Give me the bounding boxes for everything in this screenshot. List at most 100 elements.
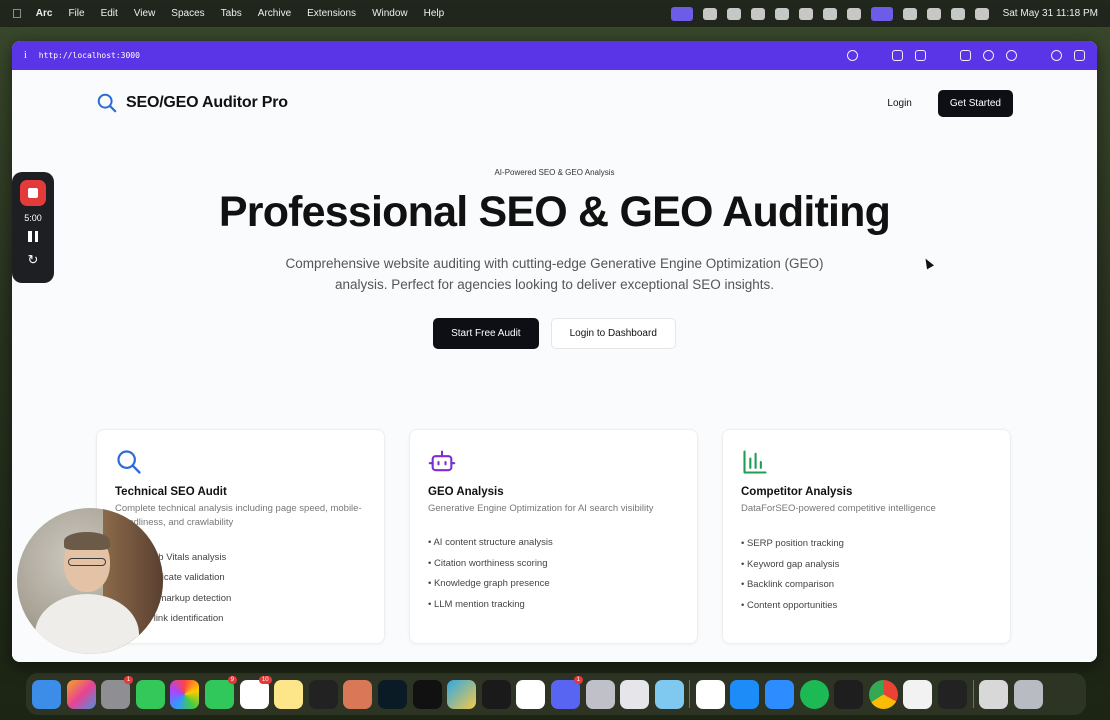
webcam-overlay[interactable]	[17, 508, 163, 654]
figma-icon[interactable]	[834, 679, 864, 709]
header-actions: Login Get Started	[877, 89, 1013, 117]
zoom-tray-icon[interactable]	[726, 7, 741, 20]
macos-dock: 1 9 10 1	[26, 673, 1086, 715]
stop-recording-button[interactable]	[20, 180, 46, 206]
menu-edit[interactable]: Edit	[101, 8, 118, 19]
notion-tray-icon[interactable]	[798, 7, 813, 20]
list-item: SERP position tracking	[741, 534, 992, 555]
menu-file[interactable]: File	[68, 8, 84, 19]
chrome-icon[interactable]	[868, 679, 898, 709]
capture-icon[interactable]	[892, 50, 903, 61]
brand[interactable]: SEO/GEO Auditor Pro	[96, 92, 288, 114]
chatgpt-tray-icon[interactable]	[750, 7, 765, 20]
moon-tray-icon[interactable]	[774, 7, 789, 20]
list-item: Backlink comparison	[741, 575, 992, 596]
files-icon[interactable]	[585, 679, 615, 709]
card-description: Generative Engine Optimization for AI se…	[428, 503, 654, 514]
notes-icon[interactable]	[274, 679, 304, 709]
finder-icon[interactable]	[32, 679, 61, 709]
menu-app-name[interactable]: Arc	[36, 8, 53, 19]
launchpad-icon[interactable]	[66, 679, 96, 709]
terminal-icon[interactable]	[481, 679, 511, 709]
menu-view[interactable]: View	[134, 8, 156, 19]
documents-folder-icon[interactable]	[979, 679, 1009, 709]
apple-icon[interactable]: 	[12, 6, 22, 21]
target-icon[interactable]	[1006, 50, 1017, 61]
trash-icon[interactable]	[1013, 679, 1043, 709]
spotify-icon[interactable]	[799, 679, 829, 709]
menu-tabs[interactable]: Tabs	[221, 8, 242, 19]
search-icon	[115, 448, 366, 476]
recording-timer: 5:00	[24, 213, 42, 223]
pause-icon[interactable]	[28, 231, 38, 242]
url-text[interactable]: http://localhost:3000	[39, 51, 140, 60]
reminders-icon[interactable]: 10	[239, 675, 272, 709]
screen-recorder-widget: 5:00 ↻	[12, 172, 54, 283]
start-free-audit-button[interactable]: Start Free Audit	[433, 318, 539, 350]
photos-icon[interactable]	[170, 679, 200, 709]
feature-card-geo-analysis: GEO Analysis Generative Engine Optimizat…	[409, 429, 698, 644]
bar-chart-icon	[741, 448, 992, 476]
gear-tray-icon[interactable]	[822, 7, 837, 20]
discord-icon[interactable]: 1	[550, 675, 583, 709]
url-bar[interactable]: i http://localhost:3000	[12, 41, 1097, 70]
play-tray-icon[interactable]	[846, 7, 861, 20]
menu-spaces[interactable]: Spaces	[171, 8, 204, 19]
list-item: Content opportunities	[741, 596, 992, 617]
hero-subtitle: Comprehensive website auditing with cutt…	[285, 256, 824, 293]
sidebar-toggle-icon[interactable]	[1074, 50, 1085, 61]
menu-extensions[interactable]: Extensions	[307, 8, 356, 19]
wifi-icon[interactable]	[926, 7, 941, 20]
login-link[interactable]: Login	[877, 92, 921, 115]
list-item: Citation worthiness scoring	[428, 554, 679, 575]
screen-record-tray-icon[interactable]	[670, 6, 693, 21]
utility-icon[interactable]	[654, 679, 684, 709]
mail-icon[interactable]	[447, 679, 477, 709]
menu-help[interactable]: Help	[424, 8, 445, 19]
cursor-app-icon[interactable]	[377, 679, 407, 709]
extensions-icon[interactable]	[1051, 50, 1062, 61]
chatgpt-icon[interactable]	[308, 679, 338, 709]
login-dashboard-button[interactable]: Login to Dashboard	[550, 318, 676, 350]
battery-icon[interactable]	[902, 7, 917, 20]
textedit-icon[interactable]	[903, 679, 933, 709]
control-center-icon[interactable]	[974, 7, 989, 20]
list-item: Knowledge graph presence	[428, 574, 679, 595]
messages-icon[interactable]	[135, 679, 165, 709]
url-bar-tools	[847, 50, 1085, 61]
screenshot-icon[interactable]	[620, 679, 650, 709]
settings-icon[interactable]: 1	[101, 675, 134, 709]
site-info-icon[interactable]: i	[24, 50, 27, 61]
hero-section: AI-Powered SEO & GEO Analysis Profession…	[12, 168, 1097, 350]
list-item: Keyword gap analysis	[741, 555, 992, 576]
browser-window: i http://localhost:3000 SEO/GEO Auditor …	[12, 41, 1097, 662]
cube-app-icon[interactable]	[938, 679, 968, 709]
card-description: DataForSEO-powered competitive intellige…	[741, 503, 936, 514]
link-icon[interactable]	[847, 50, 858, 61]
card-feature-list: AI content structure analysis Citation w…	[428, 533, 679, 615]
hero-buttons: Start Free Audit Login to Dashboard	[12, 318, 1097, 350]
menubar-clock[interactable]: Sat May 31 11:18 PM	[1003, 8, 1098, 19]
globe-icon[interactable]	[983, 50, 994, 61]
app-store-icon[interactable]	[730, 679, 760, 709]
facetime-icon[interactable]: 9	[204, 675, 237, 709]
zoom-icon[interactable]	[765, 679, 795, 709]
window-icon[interactable]	[960, 50, 971, 61]
window-tray-icon[interactable]	[870, 6, 893, 21]
spotlight-search-icon[interactable]	[950, 7, 965, 20]
camera-icon[interactable]	[915, 50, 926, 61]
tray-app-icon[interactable]	[702, 7, 717, 20]
notion-icon[interactable]	[516, 679, 546, 709]
claude-icon[interactable]	[343, 679, 373, 709]
menubar-tray: Sat May 31 11:18 PM	[670, 6, 1098, 21]
card-title: Technical SEO Audit	[115, 486, 227, 498]
macos-menubar:  Arc File Edit View Spaces Tabs Archive…	[0, 0, 1110, 27]
menu-archive[interactable]: Archive	[258, 8, 291, 19]
bot-icon	[428, 448, 679, 476]
app-icon[interactable]	[412, 679, 442, 709]
menu-window[interactable]: Window	[372, 8, 408, 19]
slack-icon[interactable]	[695, 679, 725, 709]
get-started-button[interactable]: Get Started	[937, 89, 1013, 117]
card-title: Competitor Analysis	[741, 486, 853, 498]
restart-icon[interactable]: ↻	[28, 252, 39, 268]
